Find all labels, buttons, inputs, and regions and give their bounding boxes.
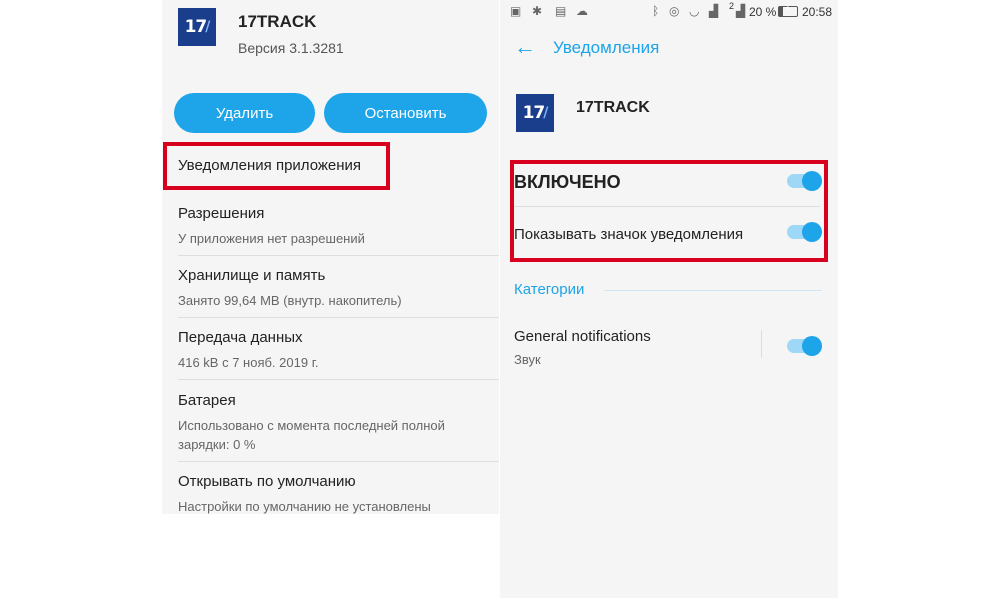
permissions-title: Разрешения — [178, 205, 265, 222]
page-title: Уведомления — [553, 38, 660, 57]
battery-item[interactable]: Батарея Использовано с момента последней… — [178, 392, 478, 454]
divider — [178, 379, 499, 380]
toggle-knob — [802, 171, 822, 191]
show-badge-label: Показывать значок уведомления — [514, 226, 744, 243]
stop-button[interactable]: Остановить — [324, 93, 487, 133]
divider — [514, 206, 820, 207]
data-usage-subtitle: 416 kB с 7 нояб. 2019 г. — [178, 355, 319, 370]
toggle-knob — [802, 336, 822, 356]
general-notifications-toggle[interactable] — [787, 336, 822, 356]
app-notifications-item[interactable]: Уведомления приложения — [178, 157, 361, 174]
enabled-label: ВКЛЮЧЕНО — [514, 172, 621, 192]
battery-title: Батарея — [178, 392, 236, 409]
toggle-knob — [802, 222, 822, 242]
storage-item[interactable]: Хранилище и память Занято 99,64 MB (внут… — [178, 267, 488, 310]
app-icon: 17/ — [178, 8, 216, 46]
battery-icon: ⚡ — [778, 4, 798, 17]
app-name: 17TRACK — [238, 12, 317, 31]
general-notifications-subtitle: Звук — [514, 352, 541, 367]
general-notifications-title[interactable]: General notifications — [514, 328, 651, 345]
data-usage-title: Передача данных — [178, 329, 303, 346]
battery-subtitle: Использовано с момента последней полной … — [178, 418, 445, 452]
status-time: 20:58 — [802, 5, 833, 19]
delete-button[interactable]: Удалить — [174, 93, 315, 133]
permissions-subtitle: У приложения нет разрешений — [178, 231, 365, 246]
show-badge-toggle[interactable] — [787, 222, 822, 242]
vertical-separator — [761, 330, 762, 358]
sim-badge: 2 — [729, 1, 735, 11]
categories-divider — [604, 290, 822, 291]
cloud-icon: ☁ — [576, 4, 588, 18]
notifications-screen: ▣ ✱ ▤ ☁ ᛒ ◎ ◡ ▟ 2 ▟ 20 % ⚡ 20:58 ← Уведо… — [500, 0, 838, 598]
wifi-icon: ◡ — [689, 4, 700, 18]
storage-subtitle: Занято 99,64 MB (внутр. накопитель) — [178, 293, 402, 308]
signal-1-icon: ▟ — [709, 4, 719, 18]
image-icon: ▣ — [510, 4, 522, 18]
back-arrow-icon[interactable]: ← — [514, 34, 536, 60]
permissions-item[interactable]: Разрешения У приложения нет разрешений — [178, 205, 488, 248]
categories-header: Категории — [514, 281, 585, 298]
app-info-screen: 17/ 17TRACK Версия 3.1.3281 Удалить Оста… — [162, 0, 499, 514]
app-icon: 17/ — [516, 94, 554, 132]
bluetooth-icon: ᛒ — [652, 4, 660, 18]
app-icon-text: 17 — [522, 103, 546, 123]
app-icon-text: 17 — [184, 17, 208, 37]
sync-icon: ◎ — [669, 4, 680, 18]
app-version: Версия 3.1.3281 — [238, 40, 344, 56]
status-bar: ▣ ✱ ▤ ☁ ᛒ ◎ ◡ ▟ 2 ▟ 20 % ⚡ 20:58 — [500, 0, 838, 24]
open-by-default-title: Открывать по умолчанию — [178, 473, 356, 490]
battery-percent: 20 % — [749, 5, 777, 19]
storage-title: Хранилище и память — [178, 267, 326, 284]
enabled-toggle[interactable] — [787, 171, 822, 191]
open-by-default-item[interactable]: Открывать по умолчанию Настройки по умол… — [178, 473, 488, 516]
divider — [178, 317, 499, 318]
divider — [178, 255, 499, 256]
bug-icon: ✱ — [532, 4, 543, 18]
open-by-default-subtitle: Настройки по умолчанию не установлены — [178, 499, 431, 514]
data-usage-item[interactable]: Передача данных 416 kB с 7 нояб. 2019 г. — [178, 329, 488, 372]
calendar-icon: ▤ — [555, 4, 567, 18]
app-name: 17TRACK — [576, 99, 650, 116]
divider — [178, 461, 499, 462]
signal-2-icon: ▟ — [736, 4, 746, 18]
